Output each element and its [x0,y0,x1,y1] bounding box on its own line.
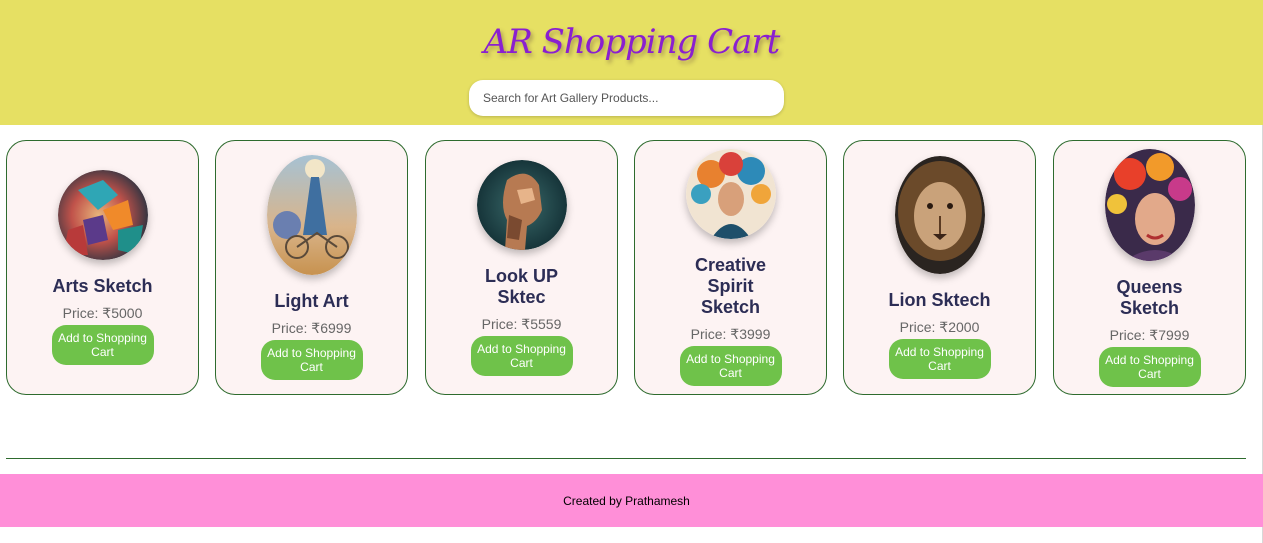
add-to-cart-button[interactable]: Add to Shopping Cart [679,346,782,386]
search-input[interactable] [469,80,784,116]
product-price: Price: ₹2000 [899,319,980,335]
product-title: Queens Sketch [1116,276,1183,318]
product-title: Lion Sktech [888,290,991,310]
product-card: Look UP Sktec Price: ₹5559 Add to Shoppi… [425,140,618,395]
product-image [1104,148,1195,261]
product-price: Price: ₹5000 [62,305,143,321]
footer: Created by Prathamesh [0,474,1263,527]
product-image [685,149,776,239]
product-card: Lion Sktech Price: ₹2000 Add to Shopping… [843,140,1036,395]
add-to-cart-button[interactable]: Add to Shopping Cart [888,339,991,379]
add-to-cart-button[interactable]: Add to Shopping Cart [51,325,154,365]
add-to-cart-button[interactable]: Add to Shopping Cart [260,340,363,380]
product-card: Light Art Price: ₹6999 Add to Shopping C… [215,140,408,395]
header: AR Shopping Cart [0,0,1263,125]
product-card: Arts Sketch Price: ₹5000 Add to Shopping… [6,140,199,395]
product-title: Light Art [274,291,349,311]
product-title: Look UP Sktec [484,265,558,307]
product-price: Price: ₹3999 [690,326,771,342]
app-title: AR Shopping Cart [483,22,781,62]
product-image [266,155,357,275]
add-to-cart-button[interactable]: Add to Shopping Cart [1098,346,1201,387]
add-to-cart-button[interactable]: Add to Shopping Cart [470,335,573,376]
product-title: Arts Sketch [52,276,153,296]
product-image [894,156,985,274]
footer-credit: Created by Prathamesh [563,493,690,508]
product-card: Queens Sketch Price: ₹7999 Add to Shoppi… [1053,140,1246,395]
product-price: Price: ₹6999 [271,320,352,336]
product-card: Creative Spirit Sketch Price: ₹3999 Add … [634,140,827,395]
product-price: Price: ₹5559 [481,315,562,332]
divider [6,458,1246,459]
product-price: Price: ₹7999 [1109,326,1190,343]
product-image [476,159,567,250]
product-image [57,170,148,260]
product-title: Creative Spirit Sketch [694,255,767,317]
